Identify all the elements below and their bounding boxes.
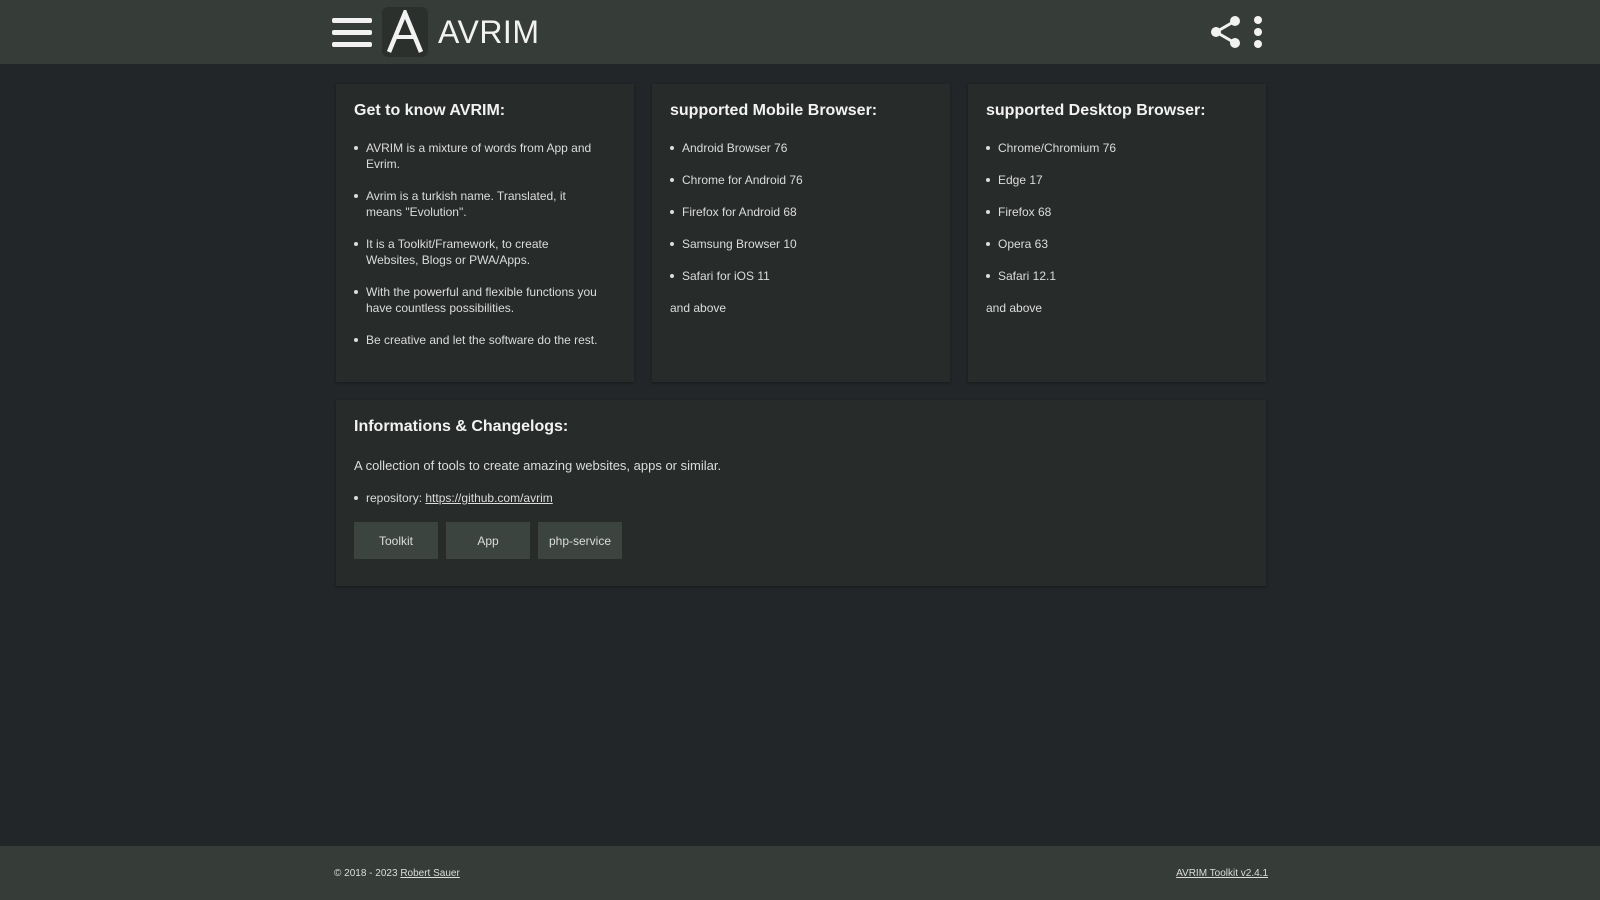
list-item: Edge 17 [986,172,1116,188]
menu-bar-line [332,29,372,35]
info-card-title: Informations & Changelogs: [354,418,569,435]
repository-item: repository: https://github.com/avrim [354,490,553,506]
about-list: AVRIM is a mixture of words from App and… [354,140,599,364]
list-item: Firefox 68 [986,204,1116,220]
repository-label: repository: [366,491,423,505]
share-glyph [1211,16,1240,48]
version-link[interactable]: AVRIM Toolkit v2.4.1 [1176,868,1268,879]
desktop-browsers-title: supported Desktop Browser: [986,102,1206,119]
more-options-icon[interactable] [1248,14,1268,50]
menu-bar-line [332,17,372,23]
app-button[interactable]: App [446,522,530,559]
list-item: Samsung Browser 10 [670,236,803,252]
desktop-and-above-note: and above [986,301,1043,315]
project-buttons: Toolkit App php-service [354,522,622,559]
list-item: Firefox for Android 68 [670,204,803,220]
list-item: Safari 12.1 [986,268,1116,284]
app-title[interactable]: AVRIM [438,12,539,52]
author-link[interactable]: Robert Sauer [400,868,459,879]
copyright-years: © 2018 - 2023 [334,868,398,879]
list-item: Opera 63 [986,236,1116,252]
list-item: Avrim is a turkish name. Translated, it … [354,188,599,220]
mobile-browsers-list: Android Browser 76 Chrome for Android 76… [670,140,803,300]
mobile-browsers-title: supported Mobile Browser: [670,102,878,119]
list-item: AVRIM is a mixture of words from App and… [354,140,599,172]
desktop-browsers-list: Chrome/Chromium 76 Edge 17 Firefox 68 Op… [986,140,1116,300]
mobile-and-above-note: and above [670,301,727,315]
toolkit-button[interactable]: Toolkit [354,522,438,559]
about-card-title: Get to know AVRIM: [354,102,506,119]
version-info: AVRIM Toolkit v2.4.1 [1176,868,1268,879]
hamburger-menu-icon[interactable] [332,12,372,52]
list-item: It is a Toolkit/Framework, to create Web… [354,236,599,268]
app-footer: © 2018 - 2023 Robert Sauer AVRIM Toolkit… [0,846,1600,900]
repository-link[interactable]: https://github.com/avrim [425,491,552,505]
list-item: Chrome for Android 76 [670,172,803,188]
mobile-browsers-card: supported Mobile Browser: Android Browse… [652,84,950,382]
share-icon[interactable] [1208,14,1244,50]
about-card: Get to know AVRIM: AVRIM is a mixture of… [336,84,634,382]
list-item: Safari for iOS 11 [670,268,803,284]
php-service-button[interactable]: php-service [538,522,622,559]
info-description: A collection of tools to create amazing … [354,458,722,473]
desktop-browsers-card: supported Desktop Browser: Chrome/Chromi… [968,84,1266,382]
list-item: Be creative and let the software do the … [354,332,599,348]
copyright-notice: © 2018 - 2023 Robert Sauer [334,868,460,879]
menu-bar-line [332,41,372,47]
list-item: Android Browser 76 [670,140,803,156]
app-header-inner: AVRIM [332,0,1272,64]
list-item: With the powerful and flexible functions… [354,284,599,316]
app-logo[interactable] [382,7,428,57]
list-item: Chrome/Chromium 76 [986,140,1116,156]
vertical-dots-glyph [1254,16,1262,48]
repository-list: repository: https://github.com/avrim [354,490,553,506]
info-changelog-card: Informations & Changelogs: A collection … [336,400,1266,586]
logo-a-icon [386,10,424,53]
app-header: AVRIM [0,0,1600,64]
